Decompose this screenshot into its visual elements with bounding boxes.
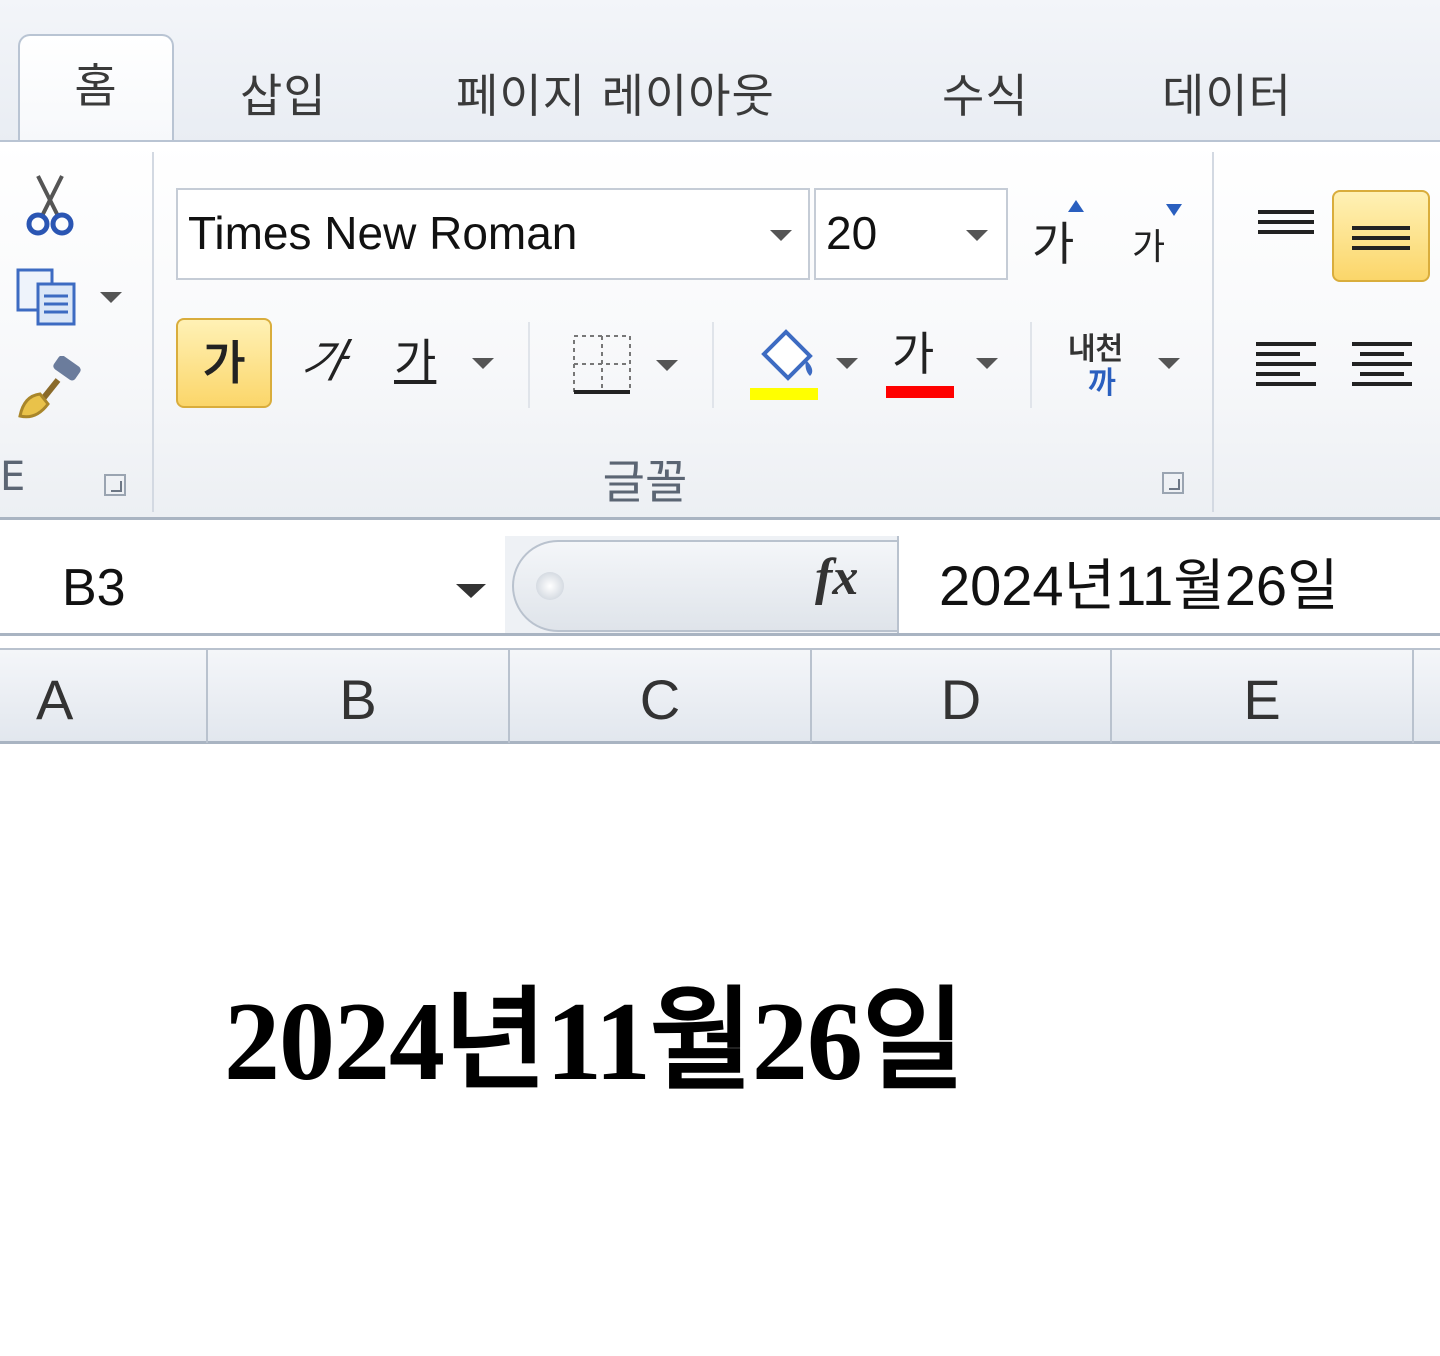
align-left-icon	[1256, 342, 1316, 386]
ribbon-tab-bar: 홈 삽입 페이지 레이아웃 수식 데이터	[0, 0, 1440, 142]
bold-glyph: 가	[202, 336, 246, 390]
font-color-glyph: 가	[892, 327, 935, 381]
separator	[528, 322, 530, 408]
ribbon-home: E Times New Roman 20 가 가 가 가 가 가 내천 까 글꼴	[0, 140, 1440, 520]
column-header-d[interactable]: D	[812, 650, 1112, 743]
align-top-icon	[1258, 210, 1314, 234]
italic-button[interactable]: 가	[284, 318, 364, 408]
chevron-down-icon[interactable]	[472, 358, 494, 369]
column-header-c[interactable]: C	[510, 650, 812, 743]
align-center-icon	[1352, 342, 1412, 386]
tab-data[interactable]: 데이터	[1162, 60, 1292, 126]
column-header-b[interactable]: B	[208, 650, 510, 743]
name-box-value: B3	[62, 559, 126, 617]
phonetic-bottom-text: 까	[1088, 366, 1116, 401]
underline-glyph: 가	[394, 334, 437, 388]
column-header-a[interactable]: A	[0, 650, 208, 743]
font-name-value: Times New Roman	[188, 207, 578, 259]
copy-button[interactable]	[14, 264, 130, 330]
font-color-button[interactable]: 가	[882, 318, 1002, 408]
chevron-down-icon[interactable]	[836, 358, 858, 369]
tab-insert[interactable]: 삽입	[240, 60, 327, 126]
phonetic-guide-button[interactable]: 내천 까	[1060, 318, 1186, 408]
font-color-swatch	[886, 386, 954, 398]
name-box[interactable]: B3	[0, 536, 505, 633]
tab-page-layout[interactable]: 페이지 레이아웃	[456, 60, 775, 126]
scissors-icon	[26, 175, 74, 236]
align-middle-icon	[1352, 226, 1410, 250]
column-header-e[interactable]: E	[1112, 650, 1414, 743]
copy-icon	[16, 268, 122, 326]
chevron-down-icon[interactable]	[656, 360, 678, 371]
chevron-down-icon[interactable]	[770, 230, 792, 241]
chevron-down-icon[interactable]	[456, 584, 486, 598]
group-separator	[1212, 152, 1214, 512]
tab-formulas[interactable]: 수식	[942, 60, 1029, 126]
splitter-handle-icon[interactable]	[536, 572, 564, 600]
separator	[712, 322, 714, 408]
column-header-f-partial[interactable]	[1414, 650, 1440, 743]
cut-button[interactable]	[20, 170, 80, 240]
align-top-button[interactable]	[1244, 192, 1328, 274]
underline-button[interactable]: 가	[386, 318, 506, 408]
font-dialog-launcher[interactable]	[1162, 472, 1184, 494]
shrink-font-button[interactable]: 가	[1126, 194, 1196, 274]
align-left-button[interactable]	[1244, 322, 1328, 404]
align-center-button[interactable]	[1340, 322, 1424, 404]
align-middle-button[interactable]	[1332, 190, 1430, 282]
chevron-down-icon[interactable]	[1158, 358, 1180, 369]
font-size-value: 20	[826, 207, 878, 259]
formula-bar: B3 2024년11월26일	[0, 536, 1440, 636]
shrink-font-glyph: 가	[1132, 227, 1166, 268]
arrow-down-icon	[1166, 204, 1182, 216]
fill-color-button[interactable]	[746, 318, 862, 408]
cell-b3-content[interactable]: 2024년11월26일	[224, 950, 965, 1112]
bold-button[interactable]: 가	[176, 318, 272, 408]
chevron-down-icon[interactable]	[966, 230, 988, 241]
column-headers: A B C D E	[0, 648, 1440, 744]
grow-font-button[interactable]: 가	[1026, 194, 1096, 274]
formula-value: 2024년11월26일	[939, 554, 1339, 617]
insert-function-button[interactable]: fx	[815, 548, 858, 607]
border-grid-icon	[573, 335, 631, 394]
font-name-combobox[interactable]: Times New Roman	[176, 188, 810, 280]
borders-button[interactable]	[566, 322, 688, 408]
italic-glyph: 가	[296, 334, 352, 388]
format-painter-button[interactable]	[14, 355, 88, 426]
chevron-down-icon[interactable]	[976, 358, 998, 369]
paint-bucket-icon	[750, 329, 818, 400]
font-group-label: 글꼴	[602, 455, 688, 509]
separator	[1030, 322, 1032, 408]
format-painter-icon	[18, 355, 81, 419]
arrow-up-icon	[1068, 200, 1084, 212]
tab-home[interactable]: 홈	[18, 34, 174, 142]
formula-input[interactable]: 2024년11월26일	[897, 536, 1440, 633]
